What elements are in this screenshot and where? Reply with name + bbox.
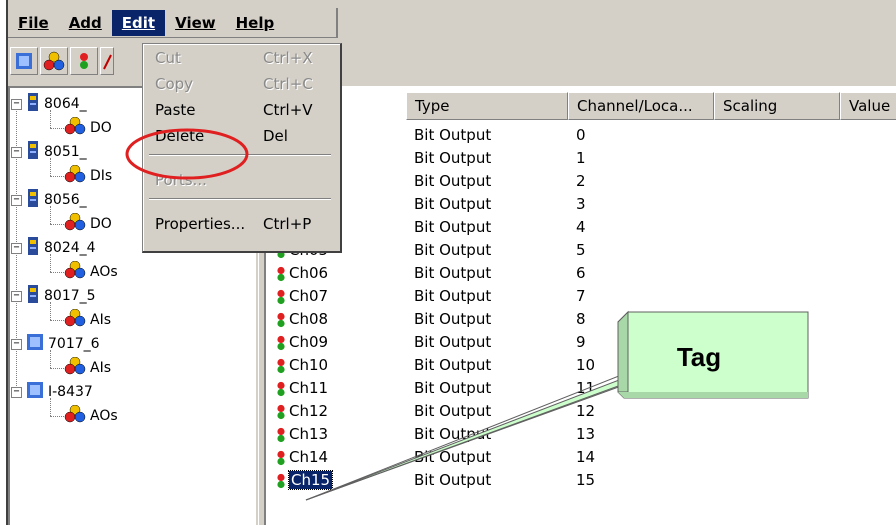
annotation-overlay [125, 128, 809, 501]
highlight-ellipse [125, 128, 249, 180]
callout-label: Tag [676, 342, 722, 372]
